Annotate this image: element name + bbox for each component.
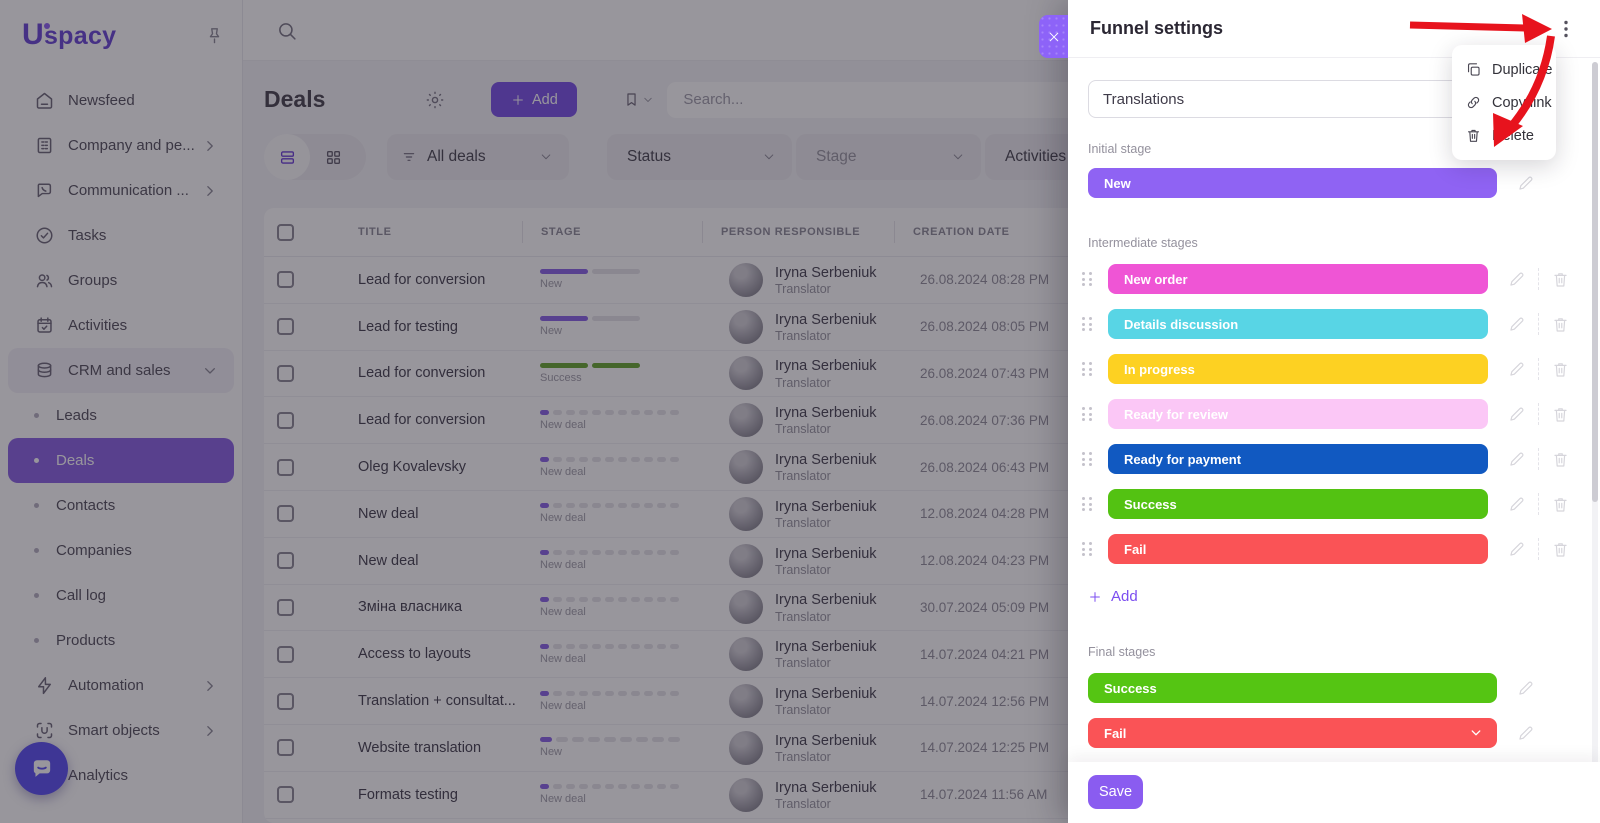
edit-stage-icon[interactable]: [1507, 450, 1526, 469]
save-button[interactable]: Save: [1088, 775, 1143, 809]
initial-stage-row: New: [1088, 168, 1580, 198]
link-icon: [1465, 94, 1482, 111]
stage-name: Details discussion: [1124, 317, 1238, 332]
divider: [1538, 268, 1539, 290]
delete-stage-icon[interactable]: [1551, 450, 1570, 469]
menu-item-label: Duplicate: [1492, 62, 1552, 78]
divider: [1538, 313, 1539, 335]
drag-handle-icon[interactable]: [1082, 362, 1094, 376]
stage-name: Ready for review: [1124, 407, 1228, 422]
intermediate-stage-row: Success: [1088, 489, 1580, 519]
chevron-down-icon: [1469, 726, 1483, 740]
edit-stage-icon[interactable]: [1507, 360, 1526, 379]
duplicate-icon: [1465, 61, 1482, 78]
edit-stage-icon[interactable]: [1507, 495, 1526, 514]
stage-name: Ready for payment: [1124, 452, 1241, 467]
drag-handle-icon[interactable]: [1082, 452, 1094, 466]
drag-handle-icon[interactable]: [1082, 542, 1094, 556]
delete-stage-icon[interactable]: [1551, 540, 1570, 559]
stage-name: New order: [1124, 272, 1188, 287]
drag-handle-icon[interactable]: [1082, 272, 1094, 286]
edit-stage-icon[interactable]: [1507, 540, 1526, 559]
stage-bar[interactable]: Fail: [1108, 534, 1488, 564]
divider: [1538, 358, 1539, 380]
drawer-title: Funnel settings: [1090, 18, 1223, 39]
stage-name: Fail: [1124, 542, 1146, 557]
stage-bar[interactable]: Details discussion: [1108, 309, 1488, 339]
delete-stage-icon[interactable]: [1551, 495, 1570, 514]
add-stage-button[interactable]: Add: [1088, 588, 1158, 605]
stage-bar[interactable]: Ready for review: [1108, 399, 1488, 429]
menu-item-copy-link[interactable]: Copy link: [1452, 86, 1556, 119]
edit-stage-icon[interactable]: [1516, 724, 1535, 743]
stage-bar[interactable]: In progress: [1108, 354, 1488, 384]
drawer-footer: Save: [1068, 762, 1600, 823]
divider: [1538, 538, 1539, 560]
stage-bar[interactable]: New order: [1108, 264, 1488, 294]
drag-handle-icon[interactable]: [1082, 317, 1094, 331]
close-icon: [1047, 30, 1061, 44]
delete-stage-icon[interactable]: [1551, 315, 1570, 334]
stage-name: Success: [1104, 681, 1157, 696]
stage-bar[interactable]: Success: [1088, 673, 1497, 703]
final-stages-label: Final stages: [1088, 645, 1580, 659]
menu-item-label: Delete: [1492, 128, 1534, 144]
stage-name: New: [1104, 176, 1131, 191]
drag-handle-icon[interactable]: [1082, 497, 1094, 511]
stage-name: Fail: [1104, 726, 1126, 741]
menu-item-label: Copy link: [1492, 95, 1552, 111]
intermediate-stage-row: Ready for review: [1088, 399, 1580, 429]
final-stage-row: Success: [1088, 673, 1580, 703]
intermediate-stage-row: Fail: [1088, 534, 1580, 564]
stage-name: Success: [1124, 497, 1177, 512]
edit-stage-icon[interactable]: [1516, 174, 1535, 193]
divider: [1538, 448, 1539, 470]
delete-stage-icon[interactable]: [1551, 360, 1570, 379]
stage-name: In progress: [1124, 362, 1195, 377]
intermediate-stage-row: New order: [1088, 264, 1580, 294]
menu-item-delete[interactable]: Delete: [1452, 119, 1556, 152]
modal-backdrop[interactable]: [0, 0, 1068, 823]
stage-bar[interactable]: Fail: [1088, 718, 1497, 748]
intermediate-stage-row: In progress: [1088, 354, 1580, 384]
edit-stage-icon[interactable]: [1516, 679, 1535, 698]
delete-stage-icon[interactable]: [1551, 405, 1570, 424]
kebab-menu-icon[interactable]: [1554, 17, 1578, 41]
drawer-body: Initial stage New Intermediate stages Ne…: [1068, 58, 1600, 762]
close-drawer-button[interactable]: [1039, 15, 1068, 58]
edit-stage-icon[interactable]: [1507, 270, 1526, 289]
drawer-scrollbar[interactable]: [1592, 62, 1598, 819]
stage-bar[interactable]: Success: [1108, 489, 1488, 519]
page: Uspacy NewsfeedCompany and pe...Communic…: [0, 0, 1600, 823]
final-stage-row: Fail: [1088, 718, 1580, 748]
delete-stage-icon[interactable]: [1551, 270, 1570, 289]
menu-item-duplicate[interactable]: Duplicate: [1452, 53, 1556, 86]
divider: [1538, 403, 1539, 425]
intermediate-stage-row: Ready for payment: [1088, 444, 1580, 474]
edit-stage-icon[interactable]: [1507, 405, 1526, 424]
intermediate-stage-row: Details discussion: [1088, 309, 1580, 339]
funnel-context-menu: Duplicate Copy link Delete: [1452, 45, 1556, 160]
edit-stage-icon[interactable]: [1507, 315, 1526, 334]
intermediate-stages-label: Intermediate stages: [1088, 236, 1580, 250]
drag-handle-icon[interactable]: [1082, 407, 1094, 421]
stage-bar[interactable]: Ready for payment: [1108, 444, 1488, 474]
plus-icon: [1088, 590, 1102, 604]
trash-icon: [1465, 127, 1482, 144]
divider: [1538, 493, 1539, 515]
stage-bar[interactable]: New: [1088, 168, 1497, 198]
